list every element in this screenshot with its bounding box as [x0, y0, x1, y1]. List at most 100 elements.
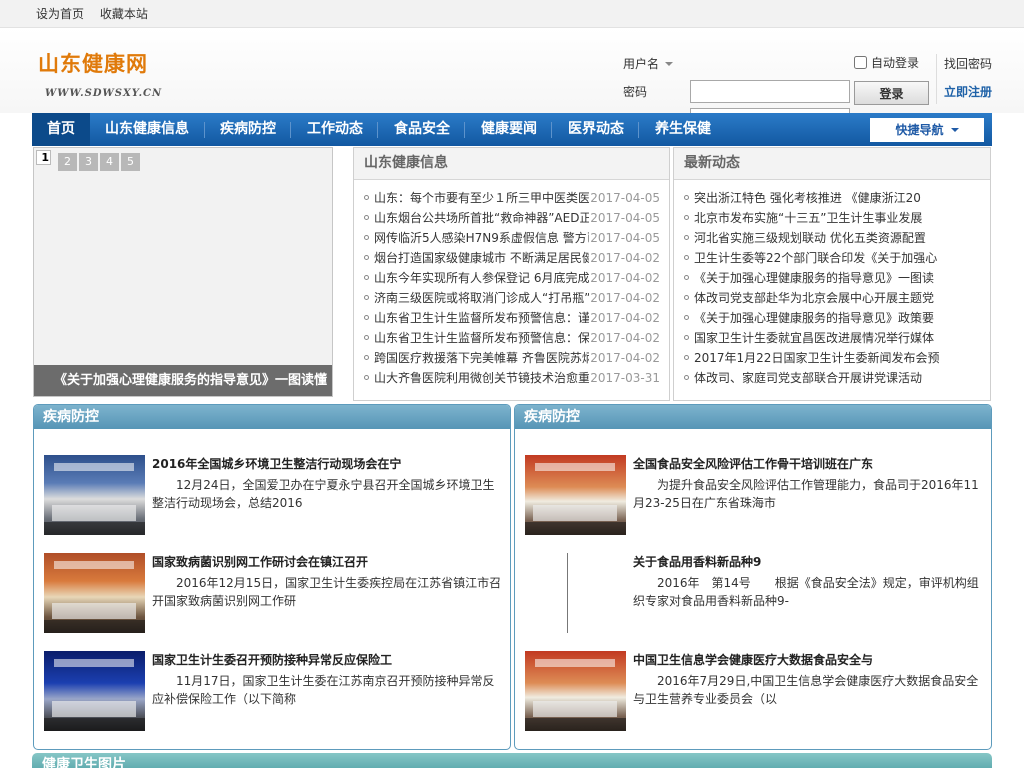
list-item[interactable]: 山大齐鲁医院利用微创关节镜技术治愈重症患者2017-03-31	[354, 368, 669, 388]
quick-nav-label: 快捷导航	[895, 123, 944, 137]
site-logo[interactable]: 山东健康网 WWW.SDWSXY.CN	[38, 48, 162, 99]
slider-caption[interactable]: 《关于加强心理健康服务的指导意见》一图读懂	[34, 365, 332, 396]
news-thumbnail[interactable]	[44, 651, 145, 731]
nav-item-home[interactable]: 首页	[32, 113, 90, 146]
list-item[interactable]: 网传临沂5人感染H7N9系虚假信息 警方已介入2017-04-05	[354, 228, 669, 248]
nav-item-medical-updates[interactable]: 医界动态	[556, 113, 636, 146]
news-thumbnail[interactable]	[44, 553, 145, 633]
bullet-icon	[684, 335, 689, 340]
panel-title[interactable]: 疾病防控	[34, 405, 510, 429]
slider-page-button[interactable]: 5	[121, 153, 140, 171]
news-item[interactable]: 中国卫生信息学会健康医疗大数据食品安全与 2016年7月29日,中国卫生信息学会…	[525, 651, 983, 733]
panel-title[interactable]: 疾病防控	[515, 405, 991, 429]
nav-divider	[551, 122, 552, 138]
section-title-health-images[interactable]: 健康卫生图片	[32, 753, 992, 768]
quick-nav-button[interactable]: 快捷导航	[870, 118, 984, 142]
chevron-down-icon[interactable]	[665, 62, 673, 66]
nav-item-wellness[interactable]: 养生保健	[643, 113, 723, 146]
auto-login-checkbox[interactable]: 自动登录	[854, 54, 919, 71]
list-item-date: 2017-04-05	[590, 191, 660, 205]
news-title[interactable]: 国家致病菌识别网工作研讨会在镇江召开	[152, 553, 502, 570]
news-title[interactable]: 2016年全国城乡环境卫生整洁行动现场会在宁	[152, 455, 502, 472]
list-item-title[interactable]: 山东今年实现所有人参保登记 6月底完成	[374, 268, 589, 288]
bullet-icon	[684, 275, 689, 280]
news-title[interactable]: 关于食品用香料新品种9	[633, 553, 983, 570]
news-item[interactable]: 国家致病菌识别网工作研讨会在镇江召开 2016年12月15日，国家卫生计生委疾控…	[44, 553, 502, 635]
list-item-title[interactable]: 山东省卫生计生监督所发布预警信息：谨防食物中毒	[374, 308, 589, 328]
auto-login-check[interactable]	[854, 56, 867, 69]
news-title[interactable]: 国家卫生计生委召开预防接种异常反应保险工	[152, 651, 502, 668]
list-item[interactable]: 烟台打造国家级健康城市 不断满足居民健康需求2017-04-02	[354, 248, 669, 268]
news-item[interactable]: 2016年全国城乡环境卫生整洁行动现场会在宁 12月24日，全国爱卫办在宁夏永宁…	[44, 455, 502, 537]
news-thumbnail[interactable]	[525, 455, 626, 535]
list-item-title[interactable]: 突出浙江特色 强化考核推进 《健康浙江20	[694, 188, 984, 208]
news-title[interactable]: 全国食品安全风险评估工作骨干培训班在广东	[633, 455, 983, 472]
list-item-title[interactable]: 《关于加强心理健康服务的指导意见》一图读	[694, 268, 984, 288]
nav-item-health-news[interactable]: 健康要闻	[469, 113, 549, 146]
list-item-title[interactable]: 体改司、家庭司党支部联合开展讲党课活动	[694, 368, 984, 388]
bullet-icon	[364, 375, 369, 380]
news-item[interactable]: 国家卫生计生委召开预防接种异常反应保险工 11月17日，国家卫生计生委在江苏南京…	[44, 651, 502, 733]
list-item[interactable]: 山东：每个市要有至少１所三甲中医类医院 2017-04-05	[354, 188, 669, 208]
list-item[interactable]: 体改司、家庭司党支部联合开展讲党课活动	[674, 368, 990, 388]
nav-item-food-safety[interactable]: 食品安全	[382, 113, 462, 146]
list-item[interactable]: 山东省卫生计生监督所发布预警信息：谨防食物中毒2017-04-02	[354, 308, 669, 328]
slider-page-button[interactable]: 4	[100, 153, 119, 171]
list-item-title[interactable]: 《关于加强心理健康服务的指导意见》政策要	[694, 308, 984, 328]
box-title[interactable]: 最新动态	[674, 148, 990, 180]
news-thumbnail[interactable]	[525, 651, 626, 731]
username-input[interactable]	[690, 80, 850, 103]
list-item-title[interactable]: 体改司党支部赴华为北京会展中心开展主题党	[694, 288, 984, 308]
list-item-title[interactable]: 北京市发布实施“十三五”卫生计生事业发展	[694, 208, 984, 228]
list-item-title[interactable]: 2017年1月22日国家卫生计生委新闻发布会预	[694, 348, 984, 368]
list-item[interactable]: 2017年1月22日国家卫生计生委新闻发布会预	[674, 348, 990, 368]
list-item-title[interactable]: 济南三级医院或将取消门诊成人“打吊瓶”	[374, 288, 589, 308]
list-item[interactable]: 卫生计生委等22个部门联合印发《关于加强心	[674, 248, 990, 268]
box-title[interactable]: 山东健康信息	[354, 148, 669, 180]
login-button[interactable]: 登录	[854, 81, 929, 105]
list-item[interactable]: 跨国医疗救援落下完美帷幕 齐鲁医院苏炳华 2017-04-02	[354, 348, 669, 368]
list-item-title[interactable]: 河北省实施三级规划联动 优化五类资源配置	[694, 228, 984, 248]
bullet-icon	[684, 355, 689, 360]
list-item[interactable]: 山东烟台公共场所首批“救命神器”AED正式启用2017-04-05	[354, 208, 669, 228]
nav-item-shandong-health[interactable]: 山东健康信息	[94, 113, 200, 146]
list-item[interactable]: 《关于加强心理健康服务的指导意见》政策要	[674, 308, 990, 328]
list-item[interactable]: 北京市发布实施“十三五”卫生计生事业发展	[674, 208, 990, 228]
list-item[interactable]: 体改司党支部赴华为北京会展中心开展主题党	[674, 288, 990, 308]
forgot-password-link[interactable]: 找回密码	[944, 55, 992, 72]
list-item-title[interactable]: 山东烟台公共场所首批“救命神器”AED正式启用	[374, 208, 589, 228]
register-link[interactable]: 立即注册	[944, 83, 992, 100]
list-item[interactable]: 山东省卫生计生监督所发布预警信息：保障饮水安全2017-04-02	[354, 328, 669, 348]
news-thumbnail[interactable]	[525, 553, 626, 633]
list-item-title[interactable]: 烟台打造国家级健康城市 不断满足居民健康需求	[374, 248, 589, 268]
nav-item-disease-control[interactable]: 疾病防控	[208, 113, 288, 146]
bullet-icon	[364, 215, 369, 220]
list-item-title[interactable]: 国家卫生计生委就宜昌医改进展情况举行媒体	[694, 328, 984, 348]
list-item[interactable]: 济南三级医院或将取消门诊成人“打吊瓶” 2017-04-02	[354, 288, 669, 308]
news-item[interactable]: 关于食品用香料新品种9 2016年 第14号 根据《食品安全法》规定，审评机构组…	[525, 553, 983, 635]
bookmark-link[interactable]: 收藏本站	[100, 7, 148, 21]
slider-page-button[interactable]: 2	[58, 153, 77, 171]
list-item[interactable]: 山东今年实现所有人参保登记 6月底完成 2017-04-02	[354, 268, 669, 288]
news-item[interactable]: 全国食品安全风险评估工作骨干培训班在广东 为提升食品安全风险评估工作管理能力，食…	[525, 455, 983, 537]
nav-item-work-updates[interactable]: 工作动态	[295, 113, 375, 146]
news-thumbnail[interactable]	[44, 455, 145, 535]
list-item[interactable]: 《关于加强心理健康服务的指导意见》一图读	[674, 268, 990, 288]
stage	[52, 505, 136, 521]
list-item-title[interactable]: 山大齐鲁医院利用微创关节镜技术治愈重症患者	[374, 368, 589, 388]
banner	[535, 463, 615, 471]
slider-page-button[interactable]: 3	[79, 153, 98, 171]
list-item[interactable]: 河北省实施三级规划联动 优化五类资源配置	[674, 228, 990, 248]
list-item-title[interactable]: 卫生计生委等22个部门联合印发《关于加强心	[694, 248, 984, 268]
image-slider[interactable]: 1 2 3 4 5 《关于加强心理健康服务的指导意见》一图读懂	[33, 147, 333, 397]
list-item-title[interactable]: 山东省卫生计生监督所发布预警信息：保障饮水安全	[374, 328, 589, 348]
list-item[interactable]: 突出浙江特色 强化考核推进 《健康浙江20	[674, 188, 990, 208]
list-item-title[interactable]: 网传临沂5人感染H7N9系虚假信息 警方已介入	[374, 228, 589, 248]
list-item-date: 2017-04-02	[590, 271, 660, 285]
news-title[interactable]: 中国卫生信息学会健康医疗大数据食品安全与	[633, 651, 983, 668]
list-item-title[interactable]: 山东：每个市要有至少１所三甲中医类医院	[374, 188, 589, 208]
set-homepage-link[interactable]: 设为首页	[36, 7, 84, 21]
list-item[interactable]: 国家卫生计生委就宜昌医改进展情况举行媒体	[674, 328, 990, 348]
list-item-date: 2017-03-31	[590, 371, 660, 385]
list-item-title[interactable]: 跨国医疗救援落下完美帷幕 齐鲁医院苏炳华	[374, 348, 589, 368]
